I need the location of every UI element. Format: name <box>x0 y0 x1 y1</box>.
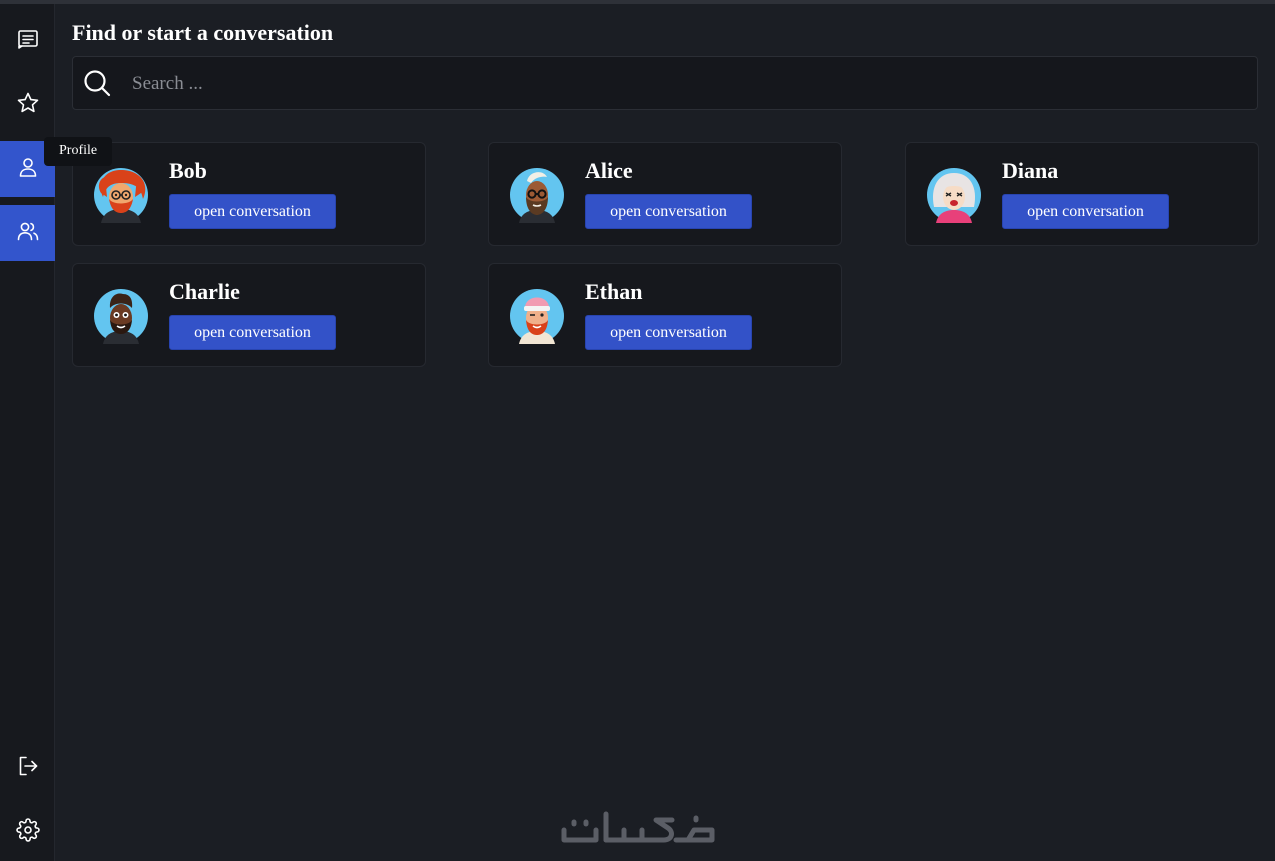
sidebar-item-messages[interactable] <box>0 13 55 69</box>
avatar-diana <box>926 167 982 223</box>
contact-card-alice: Alice open conversation <box>488 142 842 246</box>
sidebar-item-logout[interactable] <box>0 740 55 796</box>
contact-name: Ethan <box>585 279 643 304</box>
profile-tooltip: Profile <box>44 137 113 166</box>
contact-name: Diana <box>1002 158 1059 183</box>
contact-name: Alice <box>585 158 633 183</box>
logout-icon <box>16 754 40 783</box>
contact-card-bob: Bob open conversation <box>72 142 426 246</box>
user-icon <box>16 155 40 184</box>
contact-name: Bob <box>169 158 207 183</box>
open-conversation-button-diana[interactable]: open conversation <box>1002 194 1169 229</box>
sidebar <box>0 4 55 861</box>
avatar-charlie <box>93 288 149 344</box>
open-conversation-button-charlie[interactable]: open conversation <box>169 315 336 350</box>
sidebar-item-contacts[interactable] <box>0 205 55 261</box>
sidebar-item-favorites[interactable] <box>0 77 55 133</box>
contact-name: Charlie <box>169 279 240 304</box>
main-content: Find or start a conversation Search ... … <box>56 4 1275 861</box>
messages-icon <box>16 27 40 56</box>
avatar-alice <box>509 167 565 223</box>
open-conversation-button-bob[interactable]: open conversation <box>169 194 336 229</box>
open-conversation-button-alice[interactable]: open conversation <box>585 194 752 229</box>
contact-card-diana: Diana open conversation <box>905 142 1259 246</box>
contact-card-ethan: Ethan open conversation <box>488 263 842 367</box>
khamsat-watermark-logo <box>560 806 720 850</box>
sidebar-item-settings[interactable] <box>0 804 55 860</box>
avatar-ethan <box>509 288 565 344</box>
star-icon <box>16 91 40 120</box>
search-bar <box>72 56 1258 110</box>
search-icon <box>83 69 111 97</box>
contact-card-charlie: Charlie open conversation <box>72 263 426 367</box>
gear-icon <box>15 817 40 847</box>
page-title: Find or start a conversation <box>72 20 334 45</box>
avatar-bob <box>93 167 149 223</box>
users-icon <box>16 219 40 248</box>
search-input[interactable] <box>130 65 1234 103</box>
open-conversation-button-ethan[interactable]: open conversation <box>585 315 752 350</box>
